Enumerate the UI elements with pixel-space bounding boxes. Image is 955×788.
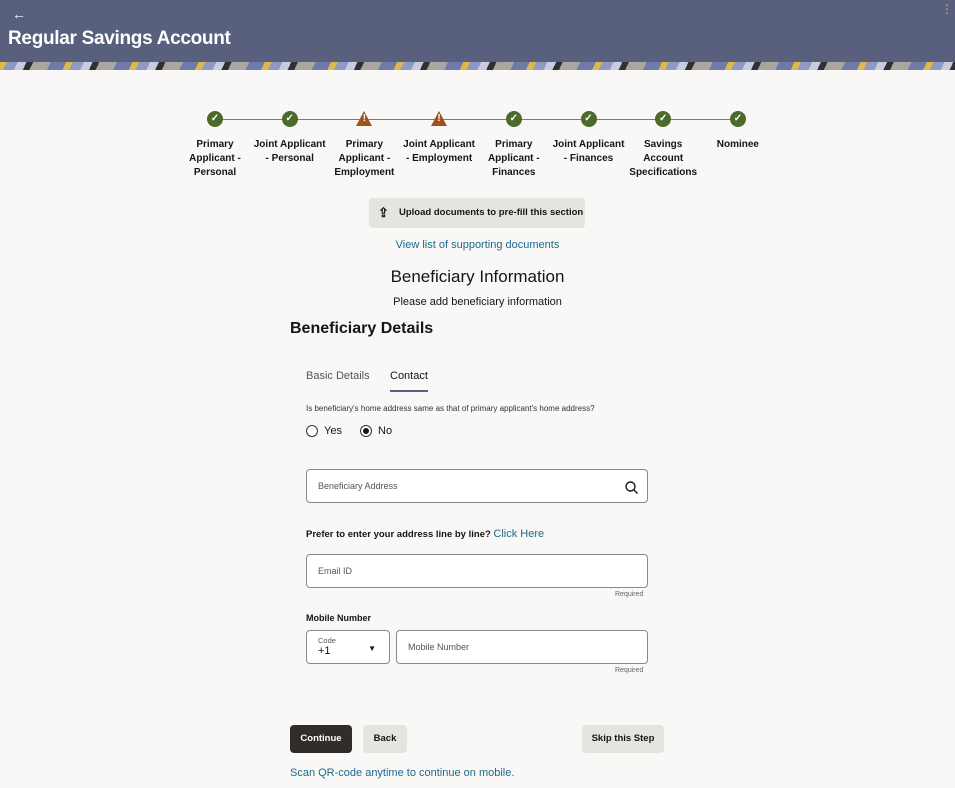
tab-basic-details[interactable]: Basic Details xyxy=(306,370,370,382)
beneficiary-address-input[interactable]: Beneficiary Address xyxy=(306,469,648,503)
upload-icon: ⇪ xyxy=(378,205,389,220)
same-address-question: Is beneficiary's home address same as th… xyxy=(306,404,595,413)
chevron-down-icon: ▼ xyxy=(368,644,376,653)
radio-circle xyxy=(306,425,318,437)
tab-contact[interactable]: Contact xyxy=(390,370,428,392)
step-label: Joint Applicant - Personal xyxy=(253,139,326,164)
more-menu-icon[interactable]: ⋮ xyxy=(941,3,953,15)
skip-step-button[interactable]: Skip this Step xyxy=(582,725,664,753)
step-2[interactable]: ✓ Joint Applicant - Personal xyxy=(252,111,328,166)
radio-yes-label: Yes xyxy=(324,425,342,437)
supporting-documents-link[interactable]: View list of supporting documents xyxy=(396,239,560,251)
continue-button[interactable]: Continue xyxy=(290,725,352,753)
qr-code-link[interactable]: Scan QR-code anytime to continue on mobi… xyxy=(290,767,514,779)
country-code-select[interactable]: Code +1 ▼ xyxy=(306,630,390,664)
back-arrow-icon[interactable]: ← xyxy=(12,6,26,22)
step-label: Primary Applicant - Finances xyxy=(487,139,540,178)
code-value: +1 xyxy=(318,645,331,657)
line-by-line-prompt: Prefer to enter your address line by lin… xyxy=(306,528,544,540)
mobile-number-label: Mobile Number xyxy=(306,613,372,623)
header-bar: ← Regular Savings Account ⋮ xyxy=(0,0,955,62)
step-5[interactable]: ✓ Primary Applicant - Finances xyxy=(476,111,552,180)
step-3[interactable]: ! Primary Applicant - Employment xyxy=(326,111,402,180)
code-label: Code xyxy=(318,636,336,645)
warning-icon: ! xyxy=(431,111,448,126)
decorative-banner xyxy=(0,62,955,70)
warning-icon: ! xyxy=(356,111,373,126)
check-icon: ✓ xyxy=(505,111,522,127)
step-label: Savings Account Specifications xyxy=(629,139,698,178)
email-input[interactable]: Email ID xyxy=(306,554,648,588)
address-placeholder: Beneficiary Address xyxy=(318,481,398,491)
upload-documents-button[interactable]: ⇪ Upload documents to pre-fill this sect… xyxy=(369,198,585,228)
check-icon: ✓ xyxy=(729,111,746,127)
step-7[interactable]: ✓ Savings Account Specifications xyxy=(625,111,701,180)
check-icon: ✓ xyxy=(281,111,298,127)
step-label: Primary Applicant - Employment xyxy=(334,139,395,178)
check-icon: ✓ xyxy=(580,111,597,127)
search-icon[interactable] xyxy=(625,481,638,494)
radio-no[interactable]: No xyxy=(360,425,392,437)
step-label: Primary Applicant - Personal xyxy=(189,139,241,178)
click-here-link[interactable]: Click Here xyxy=(493,528,544,540)
step-1[interactable]: ✓ Primary Applicant - Personal xyxy=(177,111,253,180)
upload-label: Upload documents to pre-fill this sectio… xyxy=(399,207,584,218)
email-required-hint: Required xyxy=(615,591,644,598)
step-8[interactable]: ✓ Nominee xyxy=(700,111,776,152)
mobile-required-hint: Required xyxy=(615,667,644,674)
details-heading: Beneficiary Details xyxy=(290,320,434,337)
prompt-text: Prefer to enter your address line by lin… xyxy=(306,529,491,540)
step-label: Joint Applicant - Employment xyxy=(403,139,476,164)
check-icon: ✓ xyxy=(207,111,223,127)
step-4[interactable]: ! Joint Applicant - Employment xyxy=(401,111,477,166)
section-title: Beneficiary Information xyxy=(390,267,565,286)
radio-circle-selected xyxy=(360,425,372,437)
step-6[interactable]: ✓ Joint Applicant - Finances xyxy=(551,111,627,166)
radio-yes[interactable]: Yes xyxy=(306,425,342,437)
section-subtitle: Please add beneficiary information xyxy=(393,296,562,308)
step-label: Nominee xyxy=(716,139,759,150)
radio-no-label: No xyxy=(378,425,393,437)
check-icon: ✓ xyxy=(655,111,672,127)
step-label: Joint Applicant - Finances xyxy=(552,139,625,164)
back-button[interactable]: Back xyxy=(363,725,407,753)
mobile-number-input[interactable]: Mobile Number xyxy=(396,630,648,664)
page-title: Regular Savings Account xyxy=(8,28,231,49)
